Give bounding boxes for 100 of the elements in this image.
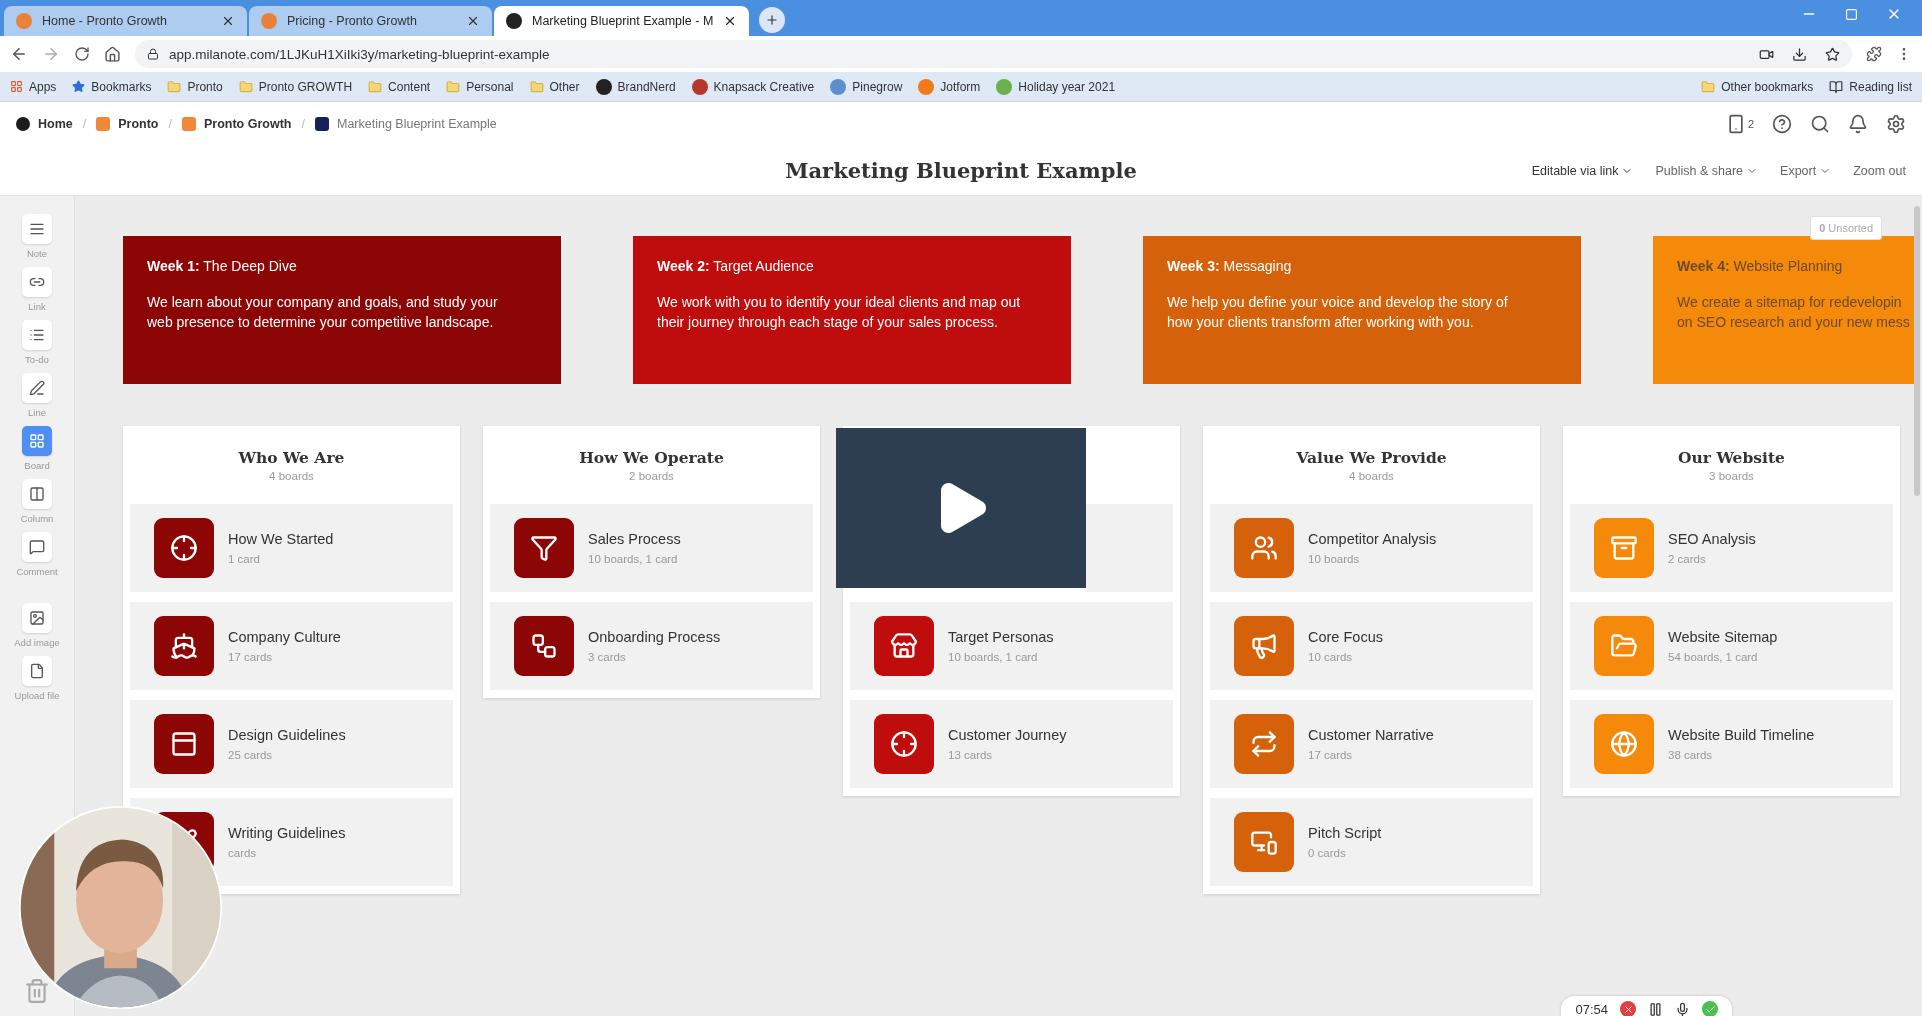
reload-icon[interactable]: [74, 46, 90, 62]
back-icon[interactable]: [10, 45, 28, 63]
bookmark[interactable]: Pronto: [167, 79, 223, 94]
breadcrumb-link[interactable]: Pronto Growth: [182, 117, 292, 131]
week-heading: Week 1: The Deep Dive: [147, 258, 298, 274]
folder-icon: [167, 79, 182, 94]
recording-time: 07:54: [1575, 1001, 1608, 1016]
site-icon: [595, 78, 612, 95]
board-card[interactable]: Competitor Analysis 10 boards: [1210, 504, 1533, 592]
breadcrumb-separator: /: [82, 117, 87, 131]
column-count: 2 boards: [629, 470, 674, 482]
maximize-icon[interactable]: [1845, 7, 1858, 21]
settings-icon[interactable]: [1886, 114, 1906, 134]
home-icon[interactable]: [104, 45, 121, 63]
board-name: Core Focus: [1308, 629, 1383, 645]
board-card[interactable]: Onboarding Process 3 cards: [490, 602, 813, 690]
breadcrumb-link[interactable]: Marketing Blueprint Example: [314, 117, 497, 131]
folder-icon: [446, 79, 461, 94]
board-name: Pitch Script: [1308, 825, 1382, 841]
breadcrumb-separator: /: [301, 117, 305, 131]
bookmark[interactable]: Content: [368, 79, 431, 94]
menu-button[interactable]: Zoom out: [1853, 163, 1906, 178]
board-name: Sales Process: [588, 531, 681, 547]
folder-icon: [529, 79, 544, 94]
close-icon[interactable]: [466, 14, 480, 28]
bell-icon[interactable]: [1848, 114, 1868, 134]
bookmark[interactable]: BrandNerd: [595, 78, 676, 95]
bookmark[interactable]: Jotform: [918, 78, 981, 95]
download-icon[interactable]: [1792, 46, 1807, 62]
board-card[interactable]: Core Focus 10 cards: [1210, 602, 1533, 690]
book-icon: [1829, 79, 1844, 94]
tab-favicon-icon: [16, 13, 32, 29]
bookmark[interactable]: Apps: [10, 79, 57, 94]
pause-icon[interactable]: [1648, 1001, 1663, 1016]
site-icon: [691, 78, 708, 95]
board-card[interactable]: Customer Journey 13 cards: [850, 700, 1173, 788]
search-icon[interactable]: [1810, 114, 1830, 134]
board-card[interactable]: Pitch Script 0 cards: [1210, 798, 1533, 886]
board-card[interactable]: SEO Analysis 2 cards: [1570, 504, 1893, 592]
star-icon: [72, 80, 86, 93]
menu-button[interactable]: Export: [1780, 163, 1832, 178]
help-icon[interactable]: [1772, 114, 1792, 134]
breadcrumb-link[interactable]: Home: [16, 117, 73, 131]
star-icon[interactable]: [1825, 46, 1840, 62]
bookmark[interactable]: Pronto GROWTH: [238, 79, 353, 94]
board-meta: 10 boards, 1 card: [948, 651, 1039, 663]
browser-tab[interactable]: Pricing - Pronto Growth: [249, 6, 492, 36]
tab-favicon-icon: [506, 13, 522, 29]
week-description: We work with you to identify your ideal clients and map out: [657, 293, 1022, 312]
bookmark[interactable]: Knapsack Creative: [691, 78, 815, 95]
board-card[interactable]: Customer Narrative 17 cards: [1210, 700, 1533, 788]
column-count: 4 boards: [269, 470, 314, 482]
board-name: SEO Analysis: [1668, 531, 1756, 547]
breadcrumb-link[interactable]: Pronto: [96, 117, 159, 131]
bookmark[interactable]: Holiday year 2021: [996, 78, 1116, 95]
check-icon: [1704, 1003, 1716, 1015]
browser-tab[interactable]: Marketing Blueprint Example - M: [494, 6, 750, 36]
board-card[interactable]: Target Personas 10 boards, 1 card: [850, 602, 1173, 690]
week-heading: Week 3: Messaging: [1167, 258, 1293, 274]
cancel-icon[interactable]: [1620, 1001, 1636, 1016]
reading-list[interactable]: Reading list: [1829, 79, 1912, 94]
scrollbar[interactable]: [1914, 206, 1920, 496]
extensions-icon[interactable]: [1866, 46, 1882, 62]
devices-count[interactable]: 2: [1747, 118, 1754, 130]
board-card[interactable]: Company Culture 17 cards: [130, 602, 453, 690]
close-icon[interactable]: [221, 14, 235, 28]
board-name: How We Started: [228, 531, 334, 547]
board-card[interactable]: How We Started 1 card: [130, 504, 453, 592]
bookmark[interactable]: Personal: [446, 79, 514, 94]
column-count: 3 boards: [1709, 470, 1754, 482]
board-meta: 10 cards: [1308, 651, 1354, 663]
column-count: 4 boards: [1349, 470, 1394, 482]
week-description: how your clients transform after working with you.: [1167, 313, 1475, 332]
board-card[interactable]: Website Build Timeline 38 cards: [1570, 700, 1893, 788]
browser-tab[interactable]: Home - Pronto Growth: [4, 6, 247, 36]
board-card[interactable]: Website Sitemap 54 boards, 1 card: [1570, 602, 1893, 690]
new-tab-button[interactable]: [759, 7, 786, 33]
bookmark[interactable]: Bookmarks: [72, 79, 152, 94]
board-meta: 54 boards, 1 card: [1668, 651, 1759, 663]
board-name: Website Sitemap: [1668, 629, 1778, 645]
address-bar[interactable]: app.milanote.com/1LJKuH1XiIki3y/marketing-blueprint-example: [135, 40, 1852, 68]
board-card[interactable]: Sales Process 10 boards, 1 card: [490, 504, 813, 592]
plus-icon: [765, 12, 780, 28]
apps-icon: [10, 80, 23, 93]
board-card[interactable]: Design Guidelines 25 cards: [130, 700, 453, 788]
mic-icon[interactable]: [1675, 1001, 1690, 1016]
video-play-button[interactable]: [836, 428, 1086, 588]
menu-button[interactable]: Publish & share: [1655, 163, 1759, 178]
board-meta: 25 cards: [228, 749, 274, 761]
bookmark[interactable]: Other: [529, 79, 580, 94]
bookmark[interactable]: Pinegrow: [830, 78, 903, 95]
column-title: Our Website: [1678, 448, 1785, 467]
menu-button[interactable]: Editable via link: [1531, 163, 1634, 178]
week-heading: Week 2: Target Audience: [657, 258, 815, 274]
tab-favicon-icon: [261, 13, 277, 29]
board-meta: 3 cards: [588, 651, 627, 663]
board-meta: 0 cards: [1308, 847, 1347, 859]
site-icon: [830, 78, 847, 95]
bookmark[interactable]: Other bookmarks: [1701, 79, 1814, 94]
board-name: Competitor Analysis: [1308, 531, 1437, 547]
